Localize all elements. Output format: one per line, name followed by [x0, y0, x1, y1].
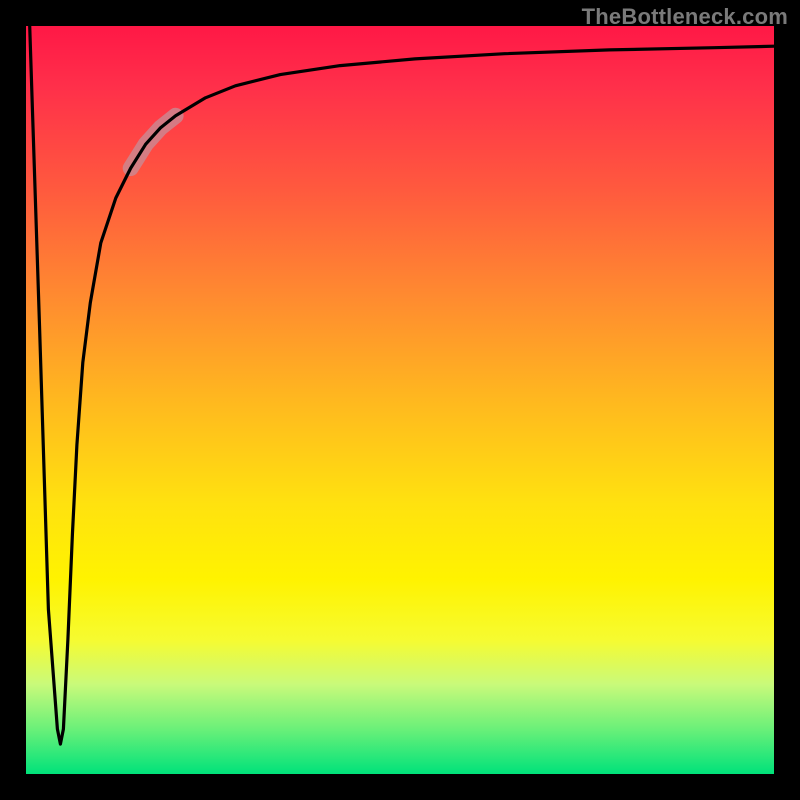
- bottleneck-curve: [30, 26, 774, 744]
- plot-area: [26, 26, 774, 774]
- attribution-label: TheBottleneck.com: [582, 4, 788, 30]
- curve-svg: [26, 26, 774, 774]
- chart-container: TheBottleneck.com: [0, 0, 800, 800]
